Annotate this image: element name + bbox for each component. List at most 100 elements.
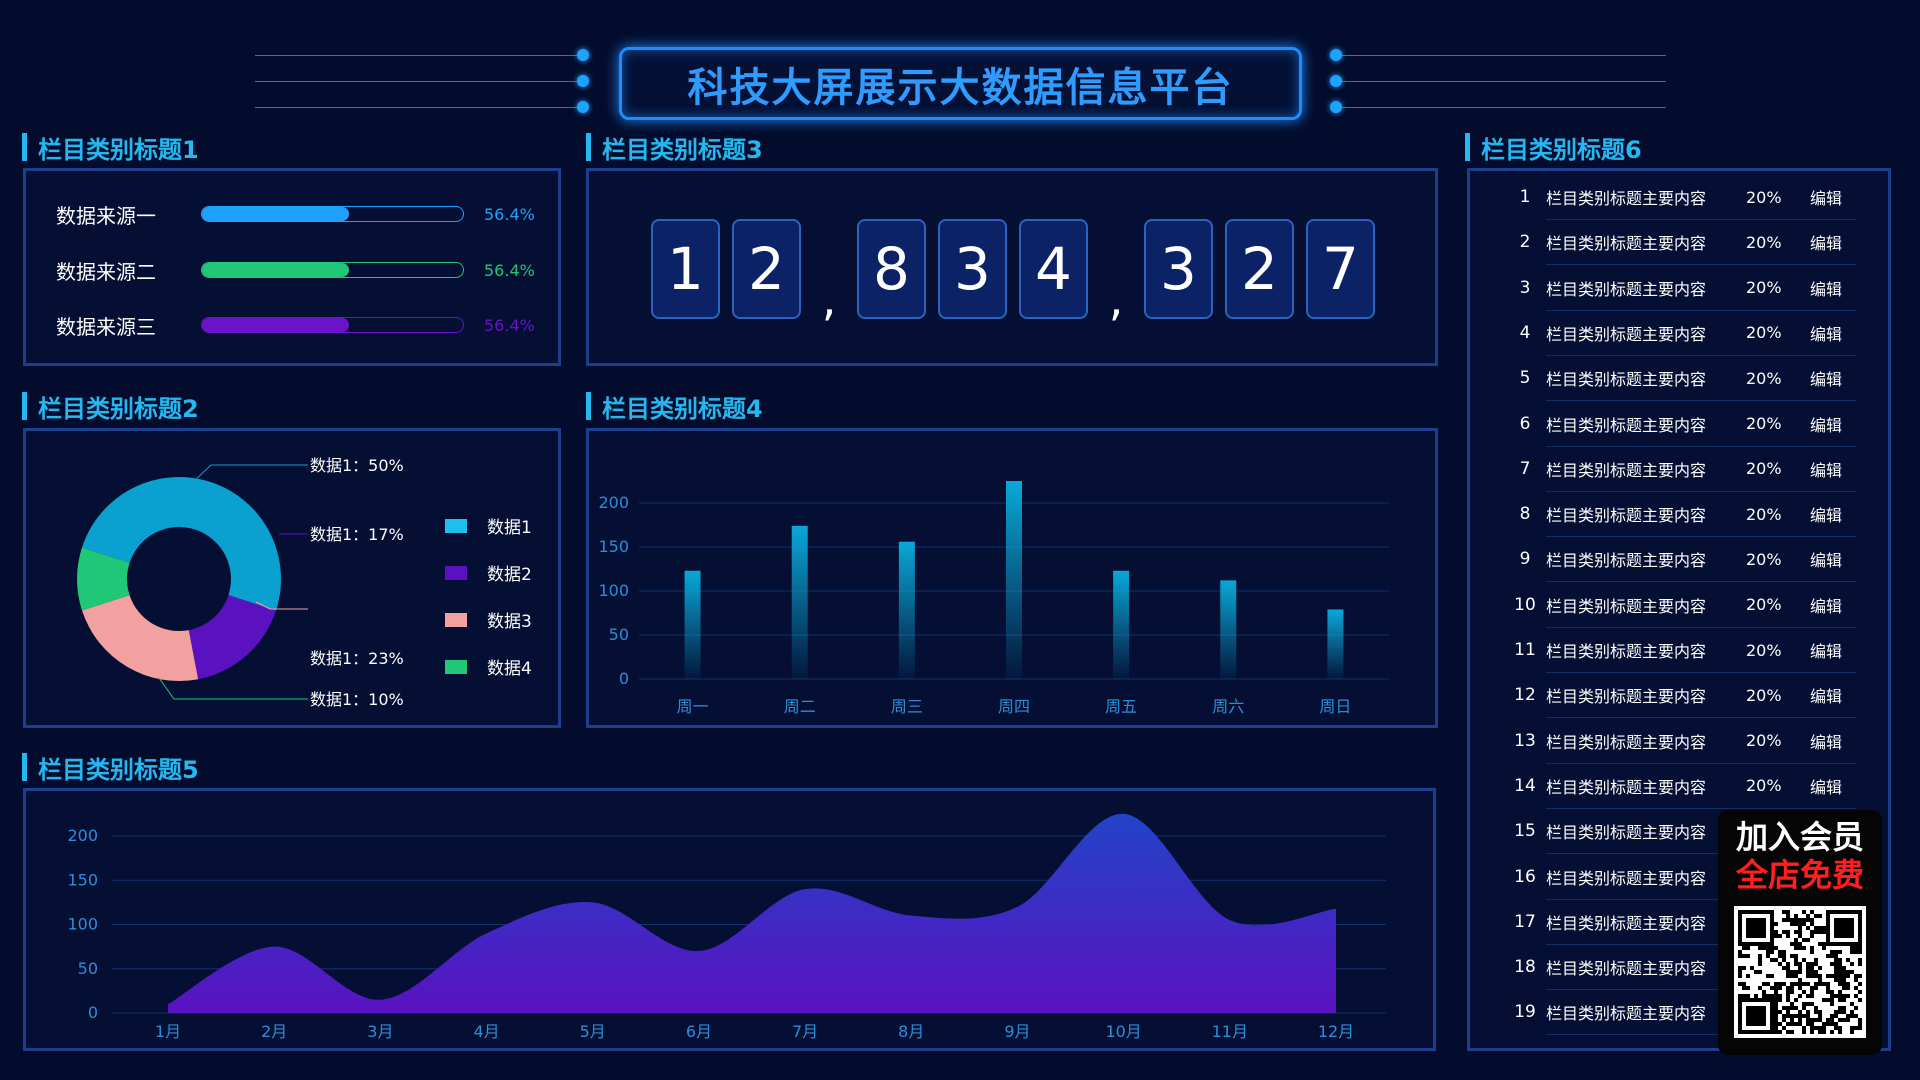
source-label: 数据来源二 <box>56 259 156 284</box>
edit-link[interactable]: 编辑 <box>1810 366 1850 390</box>
table-row: 13 栏目类别标题主要内容 20% 编辑 <box>1514 719 1856 764</box>
x-tick-label: 9月 <box>1004 1022 1030 1041</box>
x-tick-label: 11月 <box>1212 1022 1248 1041</box>
progress-track <box>201 206 464 222</box>
x-tick-label: 7月 <box>792 1022 818 1041</box>
row-number: 18 <box>1514 957 1536 978</box>
digit: 2 <box>732 219 801 319</box>
panel-pie: 数据1：50% 数据1：17% 数据1：23% 数据1：10% 数据1 数据2 … <box>23 428 561 728</box>
row-number: 7 <box>1519 458 1531 479</box>
y-tick-label: 50 <box>609 625 629 644</box>
promo-line-2: 全店免费 <box>1735 856 1864 894</box>
edit-link[interactable]: 编辑 <box>1810 683 1850 707</box>
y-tick-label: 0 <box>88 1003 98 1022</box>
x-tick-label: 周三 <box>891 697 923 716</box>
legend-label: 数据4 <box>487 659 532 679</box>
progress-fill <box>202 318 350 332</box>
table-row: 6 栏目类别标题主要内容 20% 编辑 <box>1520 402 1856 447</box>
edit-link[interactable]: 编辑 <box>1810 547 1850 571</box>
digit: 7 <box>1306 219 1375 319</box>
x-tick-label: 5月 <box>580 1022 606 1041</box>
digit: 8 <box>857 219 926 319</box>
edit-link[interactable]: 编辑 <box>1810 638 1850 662</box>
legend-label: 数据2 <box>487 565 532 585</box>
legend-swatch <box>445 659 467 674</box>
edit-link[interactable]: 编辑 <box>1810 276 1850 300</box>
digit: 1 <box>651 219 720 319</box>
table-row: 12 栏目类别标题主要内容 20% 编辑 <box>1514 673 1856 719</box>
progress-percent: 56.4% <box>484 260 535 280</box>
edit-link[interactable]: 编辑 <box>1810 502 1850 526</box>
source-row-2: 数据来源二 56.4% <box>56 255 535 285</box>
progress-percent: 56.4% <box>484 315 535 335</box>
legend-swatch <box>445 612 467 627</box>
pie-label: 数据1：10% <box>310 690 404 709</box>
bar <box>898 541 915 679</box>
section-title-6: 栏目类别标题6 <box>1465 133 1642 164</box>
row-number: 2 <box>1519 232 1531 253</box>
x-tick-label: 1月 <box>155 1022 181 1041</box>
legend-item: 数据4 <box>445 654 532 679</box>
panel-counter: 1 2 , 8 3 4 , 3 2 7 <box>586 168 1438 366</box>
table-row: 4 栏目类别标题主要内容 20% 编辑 <box>1520 311 1856 356</box>
x-tick-label: 周四 <box>998 697 1030 716</box>
row-content: 栏目类别标题主要内容 <box>1546 189 1707 208</box>
page-title-box: 科技大屏展示大数据信息平台 <box>619 47 1302 120</box>
legend-swatch <box>445 565 467 580</box>
section-title-2: 栏目类别标题2 <box>22 392 199 423</box>
leader-line <box>158 677 308 700</box>
bar-chart: 0 50 100 150 200 周一 周二 周三 周四 周五 周六 周日 <box>598 481 1389 716</box>
membership-promo[interactable]: 加入会员 全店免费 <box>1718 810 1882 1055</box>
edit-link[interactable]: 编辑 <box>1810 230 1850 254</box>
progress-fill <box>202 263 350 277</box>
source-label: 数据来源一 <box>56 203 156 228</box>
row-content: 栏目类别标题主要内容 <box>1546 460 1707 480</box>
row-percent: 20% <box>1746 685 1782 705</box>
x-tick-label: 周日 <box>1319 697 1351 716</box>
digit-separator: , <box>1108 272 1124 326</box>
table-row: 3 栏目类别标题主要内容 20% 编辑 <box>1520 266 1856 311</box>
edit-link[interactable]: 编辑 <box>1810 185 1850 209</box>
edit-link[interactable]: 编辑 <box>1810 321 1850 345</box>
legend-item: 数据2 <box>445 560 532 585</box>
x-tick-label: 周二 <box>784 697 816 716</box>
qr-code-icon[interactable] <box>1734 906 1866 1038</box>
x-tick-label: 6月 <box>686 1022 712 1041</box>
area-chart: 0 50 100 150 200 1月 2月 3月 4月 5月 6月 7月 8月 9月 10月 11月 12月 <box>67 813 1386 1041</box>
row-number: 10 <box>1514 594 1536 615</box>
table-row: 7 栏目类别标题主要内容 20% 编辑 <box>1520 447 1856 492</box>
edit-link[interactable]: 编辑 <box>1810 412 1850 436</box>
pie-label: 数据1：23% <box>310 649 404 668</box>
table-row: 8 栏目类别标题主要内容 20% 编辑 <box>1520 492 1856 538</box>
pie-slice <box>188 595 277 680</box>
row-percent: 20% <box>1746 187 1782 207</box>
edit-link[interactable]: 编辑 <box>1810 457 1850 481</box>
bar <box>684 570 701 679</box>
row-percent: 20% <box>1746 504 1782 524</box>
edit-link[interactable]: 编辑 <box>1810 593 1850 617</box>
edit-link[interactable]: 编辑 <box>1810 729 1850 753</box>
panel-data-sources: 数据来源一 56.4% 数据来源二 56.4% 数据来源三 56.4% <box>23 168 561 366</box>
row-content: 栏目类别标题主要内容 <box>1546 596 1707 616</box>
row-number: 12 <box>1514 685 1536 706</box>
digit: 2 <box>1225 219 1294 319</box>
legend-label: 数据1 <box>487 518 532 538</box>
edit-link[interactable]: 编辑 <box>1810 774 1850 798</box>
row-percent: 20% <box>1746 549 1782 569</box>
bar <box>1113 570 1130 679</box>
y-tick-label: 100 <box>67 915 98 934</box>
row-percent: 20% <box>1746 595 1782 615</box>
page-title: 科技大屏展示大数据信息平台 <box>687 64 1234 111</box>
table-row: 1 栏目类别标题主要内容 20% 编辑 <box>1520 175 1856 220</box>
legend-swatch <box>445 518 467 533</box>
bar <box>1220 580 1237 679</box>
section-title-1: 栏目类别标题1 <box>22 133 199 164</box>
row-content: 栏目类别标题主要内容 <box>1546 370 1707 390</box>
table-row: 9 栏目类别标题主要内容 20% 编辑 <box>1520 537 1856 583</box>
row-percent: 20% <box>1746 368 1782 388</box>
x-tick-label: 周一 <box>677 697 709 716</box>
y-tick-label: 200 <box>598 493 629 512</box>
progress-track <box>201 262 464 278</box>
row-content: 栏目类别标题主要内容 <box>1546 1004 1707 1024</box>
row-content: 栏目类别标题主要内容 <box>1546 732 1707 752</box>
